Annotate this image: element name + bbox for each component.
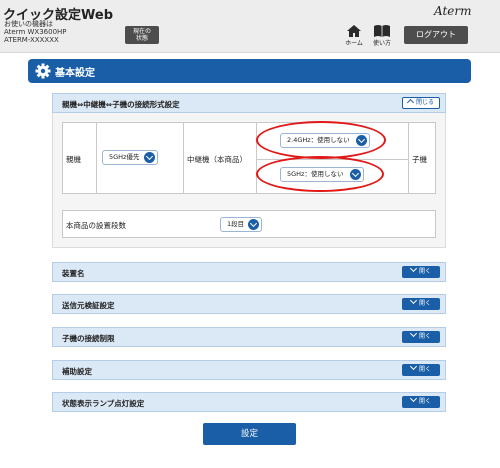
repeater-label: 中継機（本商品）	[187, 155, 247, 164]
accordion-title: 補助設定	[62, 367, 92, 376]
chevron-down-icon	[409, 329, 418, 338]
stages-select-value: 1段目	[227, 220, 245, 228]
accordion-title: 子機の接続制限	[62, 334, 115, 343]
stages-label: 本商品の設置段数	[66, 221, 126, 230]
connection-accordion-header[interactable]: 親機⇔中継機⇔子機の接続形式設定 閉じる	[52, 93, 446, 113]
accordion-auxiliary[interactable]: 補助設定 開く	[52, 360, 446, 380]
open-button[interactable]: 開く	[402, 362, 440, 376]
open-label: 開く	[418, 268, 431, 275]
open-button[interactable]: 開く	[402, 296, 440, 310]
highlight-ellipse	[256, 156, 384, 192]
chevron-down-icon	[409, 394, 418, 403]
divider	[96, 123, 97, 193]
close-button[interactable]: 閉じる	[402, 97, 440, 109]
chevron-down-icon	[248, 219, 259, 230]
home-label: ホーム	[345, 40, 363, 47]
section-title: 基本設定	[55, 68, 95, 79]
connection-title: 親機⇔中継機⇔子機の接続形式設定	[62, 100, 180, 109]
device-id: ATERM-XXXXXX	[4, 36, 59, 44]
highlight-ellipse	[256, 121, 386, 159]
header-bar: クイック設定Web お使いの機器は Aterm WX3600HP ATERM-X…	[0, 0, 500, 53]
chevron-down-icon	[409, 362, 418, 371]
divider	[183, 123, 184, 193]
accordion-device-name[interactable]: 装置名 開く	[52, 262, 446, 282]
accordion-child-restriction[interactable]: 子機の接続制限 開く	[52, 327, 446, 347]
open-label: 開く	[418, 300, 431, 307]
home-button[interactable]: ホーム	[340, 24, 368, 48]
device-info: お使いの機器は Aterm WX3600HP ATERM-XXXXXX	[4, 20, 67, 44]
brand-logo: Aterm	[434, 4, 472, 18]
open-label: 開く	[418, 398, 431, 405]
section-header: 基本設定	[28, 59, 471, 83]
chevron-down-icon	[409, 296, 418, 305]
home-icon	[347, 25, 361, 37]
current-status-button[interactable]: 現在の 状態	[125, 26, 159, 44]
logout-button[interactable]: ログアウト	[404, 26, 468, 44]
book-icon	[374, 25, 390, 37]
device-model: Aterm WX3600HP	[4, 28, 67, 36]
open-label: 開く	[418, 366, 431, 373]
chevron-up-icon	[406, 98, 415, 107]
close-label: 閉じる	[415, 99, 434, 106]
help-label: 使い方	[372, 40, 391, 47]
divider	[408, 123, 409, 193]
accordion-status-lamp[interactable]: 状態表示ランプ点灯設定 開く	[52, 392, 446, 412]
apply-button[interactable]: 設定	[203, 423, 296, 445]
accordion-title: 送信元検証設定	[62, 301, 115, 310]
accordion-title: 状態表示ランプ点灯設定	[62, 399, 145, 408]
parent-select[interactable]: 5GHz優先	[102, 150, 158, 165]
open-button[interactable]: 開く	[402, 264, 440, 278]
chevron-down-icon	[409, 264, 418, 273]
stages-select[interactable]: 1段目	[220, 217, 262, 232]
help-button[interactable]: 使い方	[368, 24, 396, 48]
accordion-title: 装置名	[62, 269, 85, 278]
open-label: 開く	[418, 333, 431, 340]
open-button[interactable]: 開く	[402, 329, 440, 343]
divider	[256, 123, 257, 193]
chevron-down-icon	[144, 152, 155, 163]
gear-icon	[35, 63, 51, 79]
open-button[interactable]: 開く	[402, 394, 440, 408]
device-info-line1: お使いの機器は	[4, 20, 53, 28]
parent-label: 親機	[66, 155, 81, 164]
accordion-source-validation[interactable]: 送信元検証設定 開く	[52, 294, 446, 314]
child-label: 子機	[412, 155, 427, 164]
parent-select-value: 5GHz優先	[109, 153, 140, 161]
